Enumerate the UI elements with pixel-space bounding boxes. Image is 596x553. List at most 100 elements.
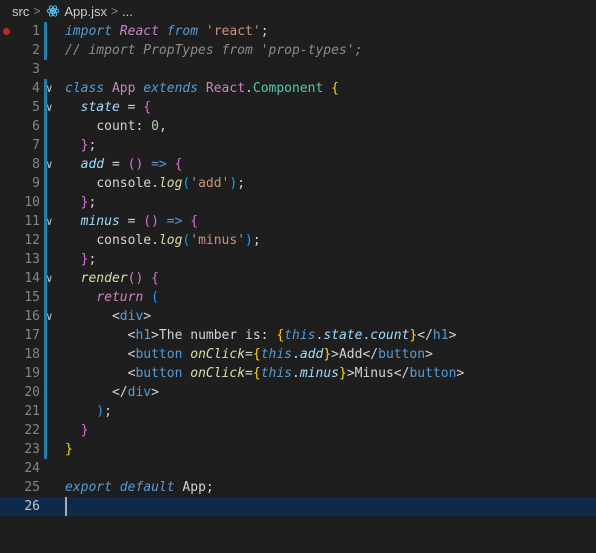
code-line[interactable]: 2 // import PropTypes from 'prop-types'; bbox=[0, 41, 596, 60]
code-line[interactable]: 17 <h1>The number is: {this.state.count}… bbox=[0, 326, 596, 345]
code-text: } bbox=[65, 440, 73, 459]
code-text: // import PropTypes from 'prop-types'; bbox=[65, 41, 362, 60]
code-text: count: 0, bbox=[65, 117, 167, 136]
code-token: . bbox=[245, 81, 253, 96]
code-token: , bbox=[158, 119, 167, 134]
code-line[interactable]: 21 ); bbox=[0, 402, 596, 421]
code-token: count bbox=[370, 328, 410, 343]
code-line[interactable]: 14 ∨ render() { bbox=[0, 269, 596, 288]
code-token: import bbox=[65, 24, 112, 39]
code-text: }; bbox=[65, 136, 97, 155]
text-cursor bbox=[65, 497, 67, 516]
line-number: 17 bbox=[24, 328, 40, 343]
code-line[interactable]: 23} bbox=[0, 440, 596, 459]
code-token: div bbox=[119, 309, 144, 324]
fold-chevron-icon[interactable]: ∨ bbox=[46, 98, 53, 117]
code-line[interactable]: 11 ∨ minus = () => { bbox=[0, 212, 596, 231]
code-token: >Add</ bbox=[331, 347, 379, 362]
fold-chevron-icon[interactable]: ∨ bbox=[46, 79, 53, 98]
breadcrumb-more[interactable]: ... bbox=[122, 4, 133, 19]
code-token: () bbox=[143, 214, 159, 229]
line-number: 14 bbox=[24, 271, 40, 286]
code-token: } bbox=[80, 423, 89, 438]
line-number: 24 bbox=[24, 461, 40, 476]
code-line[interactable]: 1 import React from 'react'; bbox=[0, 22, 596, 41]
code-text: console.log('add'); bbox=[65, 174, 245, 193]
code-line[interactable]: 4 ∨ class App extends React.Component { bbox=[0, 79, 596, 98]
code-line[interactable]: 16 ∨ <div> bbox=[0, 307, 596, 326]
code-token: > bbox=[143, 309, 152, 324]
code-line[interactable]: 7 }; bbox=[0, 136, 596, 155]
line-number: 23 bbox=[24, 442, 40, 457]
line-number: 22 bbox=[24, 423, 40, 438]
code-line[interactable]: 24 bbox=[0, 459, 596, 478]
code-token: . bbox=[292, 347, 300, 362]
code-token: > bbox=[151, 385, 159, 400]
code-text: <div> bbox=[65, 307, 151, 326]
code-token: App bbox=[111, 81, 136, 96]
code-token: button bbox=[135, 347, 183, 362]
fold-chevron-icon[interactable]: ∨ bbox=[46, 269, 53, 288]
code-text: add = () => { bbox=[65, 155, 183, 174]
code-line[interactable]: 5 ∨ state = { bbox=[0, 98, 596, 117]
code-text: <h1>The number is: {this.state.count}</h… bbox=[65, 326, 457, 345]
breadcrumb-file[interactable]: App.jsx bbox=[64, 4, 107, 19]
code-line[interactable]: 10 }; bbox=[0, 193, 596, 212]
code-token: class bbox=[65, 81, 105, 96]
code-line[interactable]: 22 } bbox=[0, 421, 596, 440]
code-line[interactable]: 12 console.log('minus'); bbox=[0, 231, 596, 250]
code-line[interactable]: 26 bbox=[0, 497, 596, 516]
code-line[interactable]: 15 return ( bbox=[0, 288, 596, 307]
code-token: { bbox=[252, 366, 261, 381]
code-token: state bbox=[323, 328, 363, 343]
code-token: >Minus</ bbox=[346, 366, 410, 381]
line-number: 15 bbox=[24, 290, 40, 305]
code-token: ; bbox=[104, 404, 112, 419]
code-token: button bbox=[409, 366, 457, 381]
code-token: return bbox=[96, 290, 144, 305]
line-number: 26 bbox=[24, 499, 40, 514]
code-token: h1 bbox=[135, 328, 152, 343]
fold-chevron-icon[interactable]: ∨ bbox=[46, 155, 53, 174]
breadcrumb-folder[interactable]: src bbox=[12, 4, 29, 19]
code-line[interactable]: 18 <button onClick={this.add}>Add</butto… bbox=[0, 345, 596, 364]
code-line[interactable]: 25 export default App; bbox=[0, 478, 596, 497]
code-line[interactable]: 13 }; bbox=[0, 250, 596, 269]
line-number: 10 bbox=[24, 195, 40, 210]
code-line[interactable]: 8 ∨ add = () => { bbox=[0, 155, 596, 174]
code-token: this bbox=[260, 347, 293, 362]
code-token: this bbox=[260, 366, 293, 381]
fold-chevron-icon[interactable]: ∨ bbox=[46, 307, 53, 326]
line-number: 12 bbox=[24, 233, 40, 248]
code-line[interactable]: 3 bbox=[0, 60, 596, 79]
code-token: state bbox=[80, 100, 120, 115]
code-token: minus bbox=[80, 214, 120, 229]
code-editor[interactable]: 1 import React from 'react'; 2 // import Pr… bbox=[0, 22, 596, 553]
code-token: ; bbox=[88, 252, 97, 267]
code-line[interactable]: 6 count: 0, bbox=[0, 117, 596, 136]
code-token: >The number is: bbox=[151, 328, 277, 343]
fold-chevron-icon[interactable]: ∨ bbox=[46, 212, 53, 231]
line-number: 21 bbox=[24, 404, 40, 419]
code-line[interactable]: 9 console.log('add'); bbox=[0, 174, 596, 193]
code-token: minus bbox=[299, 366, 339, 381]
code-text: minus = () => { bbox=[65, 212, 198, 231]
code-line[interactable]: 19 <button onClick={this.minus}>Minus</b… bbox=[0, 364, 596, 383]
code-line[interactable]: 20 </div> bbox=[0, 383, 596, 402]
code-token: ) bbox=[245, 233, 253, 248]
code-token: : bbox=[135, 119, 152, 134]
line-number: 20 bbox=[24, 385, 40, 400]
line-number: 2 bbox=[32, 43, 40, 58]
